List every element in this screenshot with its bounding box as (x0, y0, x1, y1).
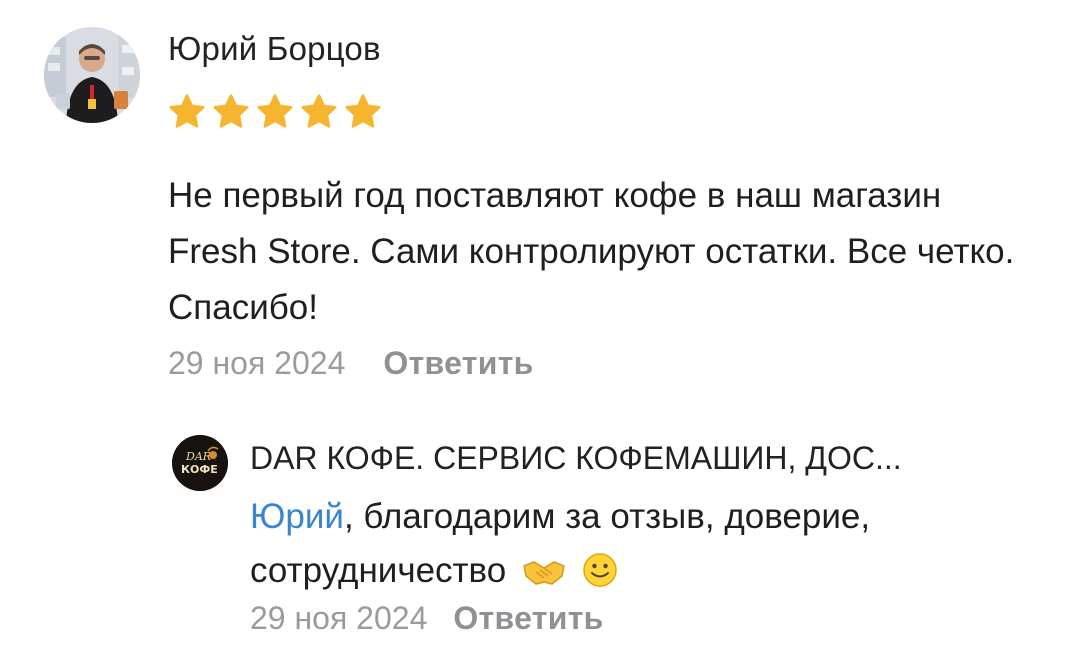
author-name[interactable]: Юрий Борцов (168, 30, 381, 68)
reply-text: Юрий, благодарим за отзыв, доверие, сотр… (250, 490, 1050, 604)
star-icon (342, 92, 384, 132)
reply-date: 29 ноя 2024 (250, 600, 428, 636)
logo-text-bottom: КОФЕ (181, 463, 218, 476)
smile-emoji-icon (582, 550, 618, 604)
review-card: Юрий Борцов Не первый год поставляют коф… (0, 0, 1080, 658)
review-date: 29 ноя 2024 (168, 345, 346, 381)
reply-meta: 29 ноя 2024 Ответить (250, 600, 604, 637)
review-text: Не первый год поставляют кофе в наш мага… (168, 176, 1015, 327)
handshake-emoji-icon (522, 550, 566, 604)
star-icon (210, 92, 252, 132)
mention-link[interactable]: Юрий (250, 497, 344, 536)
reply-author-name[interactable]: DAR КОФЕ. СЕРВИС КОФЕМАШИН, ДОС... (250, 440, 1040, 477)
reply-to-reply-button[interactable]: Ответить (453, 600, 603, 637)
review-meta: 29 ноя 2024 Ответить (168, 345, 534, 382)
author-avatar[interactable] (44, 27, 140, 123)
logo-text-top: DAR (185, 450, 211, 463)
company-logo-avatar[interactable]: DAR КОФЕ (172, 435, 228, 491)
reply-button[interactable]: Ответить (383, 345, 533, 382)
rating-stars (166, 92, 384, 132)
star-icon (298, 92, 340, 132)
star-icon (166, 92, 208, 132)
star-icon (254, 92, 296, 132)
